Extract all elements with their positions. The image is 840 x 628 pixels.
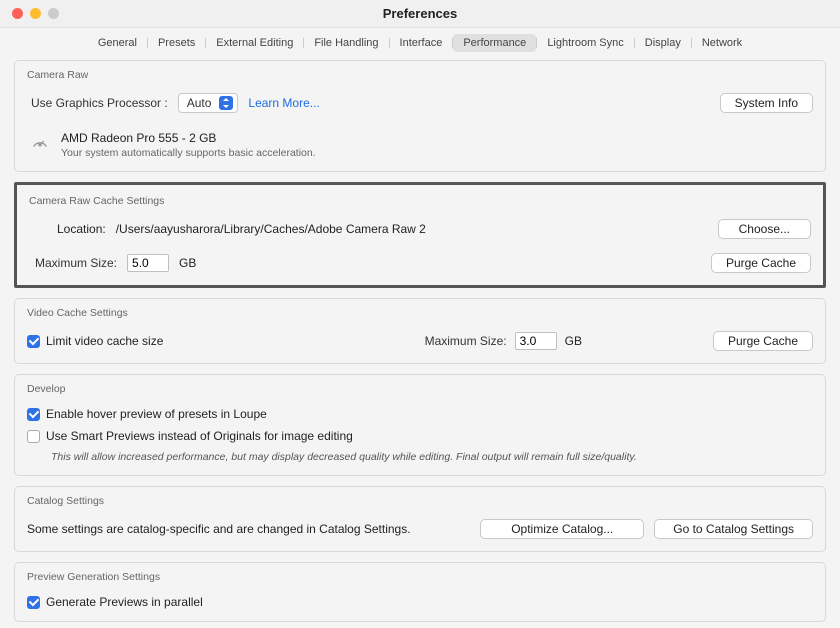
hover-preview-label: Enable hover preview of presets in Loupe [46,407,267,421]
max-size-label: Maximum Size: [29,256,117,270]
purge-cache-button[interactable]: Purge Cache [711,253,811,273]
generate-parallel-checkbox[interactable] [27,596,40,609]
section-camera-raw-cache: Camera Raw Cache Settings Location: /Use… [14,182,826,288]
gauge-icon [31,133,49,151]
location-path: /Users/aayusharora/Library/Caches/Adobe … [116,222,426,236]
titlebar: Preferences [0,0,840,28]
tab-interface[interactable]: Interface [390,34,453,52]
optimize-catalog-button[interactable]: Optimize Catalog... [480,519,644,539]
maximize-icon[interactable] [48,8,59,19]
chevron-updown-icon [219,96,233,110]
limit-video-cache-label: Limit video cache size [46,334,163,348]
max-size-input[interactable] [127,254,169,272]
traffic-lights [0,8,59,19]
goto-catalog-settings-button[interactable]: Go to Catalog Settings [654,519,813,539]
gpu-select[interactable]: Auto [178,93,239,113]
unit-label: GB [179,256,196,270]
window-title: Preferences [0,6,840,21]
smart-previews-label: Use Smart Previews instead of Originals … [46,429,353,443]
section-preview-generation: Preview Generation Settings Generate Pre… [14,562,826,622]
system-info-button[interactable]: System Info [720,93,813,113]
tab-presets[interactable]: Presets [148,34,205,52]
location-label: Location: [29,222,106,236]
video-purge-cache-button[interactable]: Purge Cache [713,331,813,351]
content-area: Camera Raw Use Graphics Processor : Auto… [0,54,840,628]
video-max-label: Maximum Size: [425,334,507,348]
catalog-text: Some settings are catalog-specific and a… [27,522,411,536]
section-title: Camera Raw [27,69,813,81]
develop-hint: This will allow increased performance, b… [27,451,813,463]
gpu-name: AMD Radeon Pro 555 - 2 GB [61,131,316,145]
gpu-subtitle: Your system automatically supports basic… [61,147,316,159]
section-title: Develop [27,383,813,395]
limit-video-cache-checkbox[interactable] [27,335,40,348]
smart-previews-checkbox[interactable] [27,430,40,443]
tab-network[interactable]: Network [692,34,752,52]
gpu-label: Use Graphics Processor : [27,96,168,110]
tab-external-editing[interactable]: External Editing [206,34,303,52]
section-title: Catalog Settings [27,495,813,507]
tabs-bar: GeneralPresetsExternal EditingFile Handl… [0,28,840,54]
unit-label: GB [565,334,582,348]
section-title: Video Cache Settings [27,307,813,319]
tab-general[interactable]: General [88,34,147,52]
choose-button[interactable]: Choose... [718,219,811,239]
minimize-icon[interactable] [30,8,41,19]
learn-more-link[interactable]: Learn More... [248,96,319,110]
section-catalog: Catalog Settings Some settings are catal… [14,486,826,552]
tab-display[interactable]: Display [635,34,691,52]
generate-parallel-label: Generate Previews in parallel [46,595,203,609]
hover-preview-checkbox[interactable] [27,408,40,421]
section-video-cache: Video Cache Settings Limit video cache s… [14,298,826,364]
section-title: Preview Generation Settings [27,571,813,583]
tab-performance[interactable]: Performance [453,34,536,52]
gpu-select-value: Auto [187,96,212,110]
section-title: Camera Raw Cache Settings [29,195,811,207]
video-max-input[interactable] [515,332,557,350]
tab-lightroom-sync[interactable]: Lightroom Sync [537,34,633,52]
section-camera-raw: Camera Raw Use Graphics Processor : Auto… [14,60,826,172]
close-icon[interactable] [12,8,23,19]
section-develop: Develop Enable hover preview of presets … [14,374,826,476]
tab-file-handling[interactable]: File Handling [304,34,388,52]
